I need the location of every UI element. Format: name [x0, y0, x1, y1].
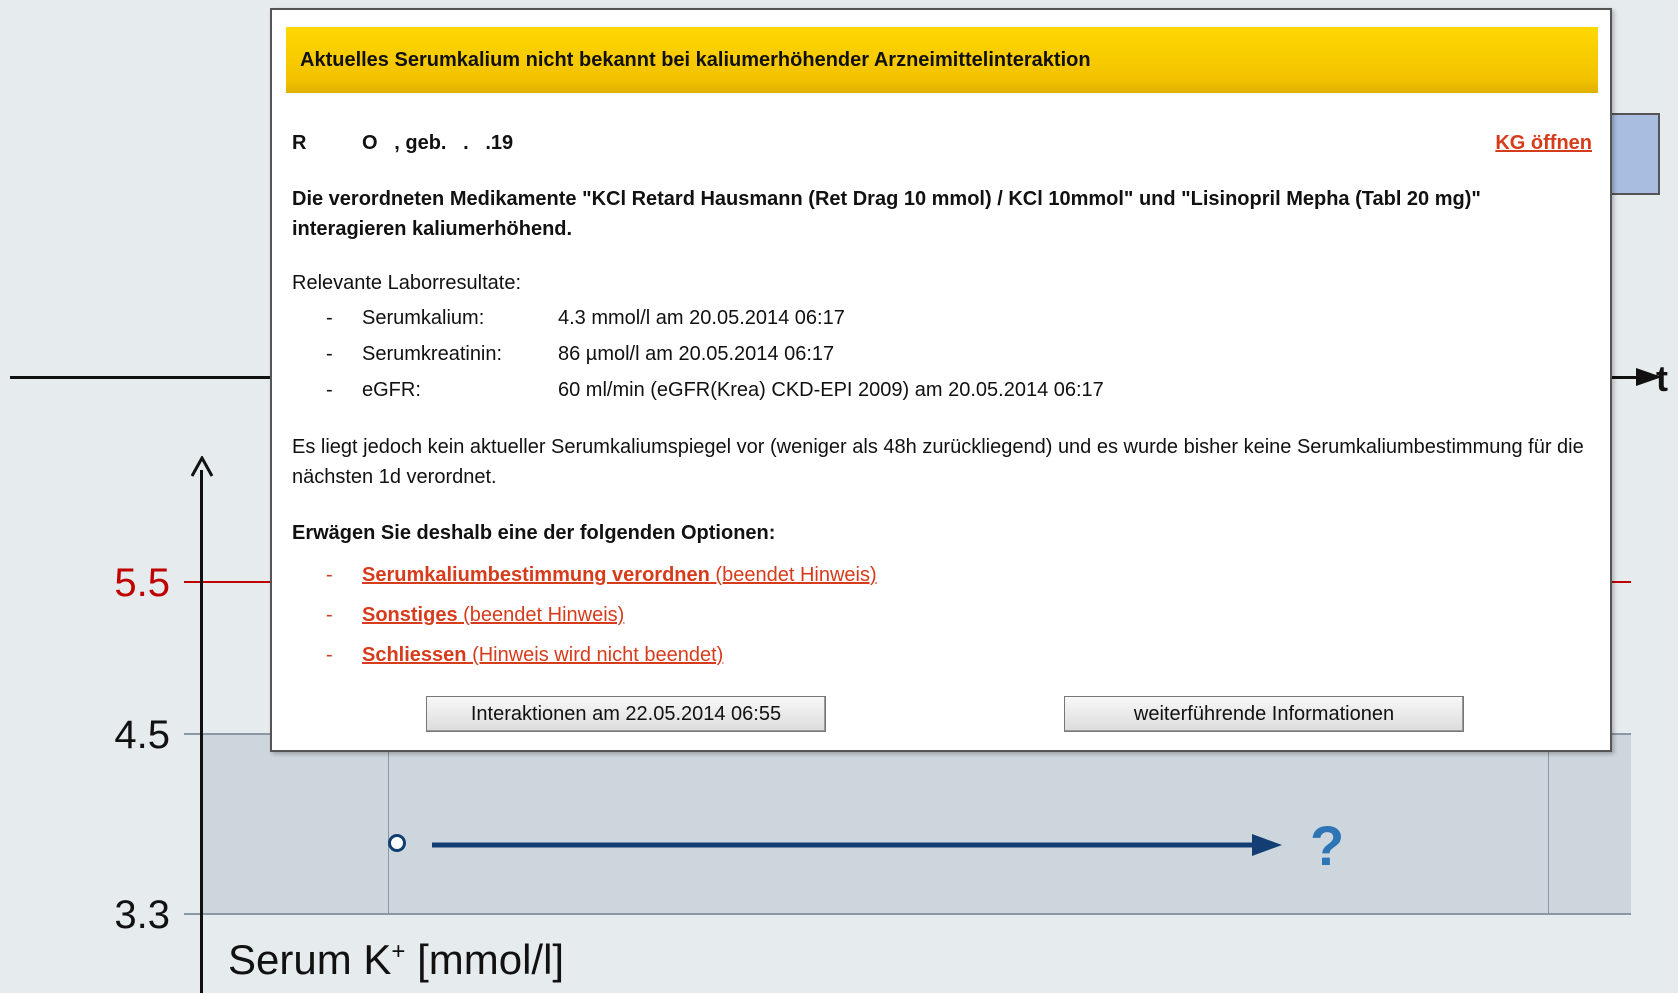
lab-result-egfr: - eGFR: 60 ml/min (eGFR(Krea) CKD-EPI 2009… — [326, 379, 1104, 401]
missing-potassium-text: Es liegt jedoch kein aktueller Serumkali… — [292, 436, 1584, 488]
patient-info: R O , geb. . .19 — [292, 132, 514, 154]
y-tick-3-3: 3.3 — [114, 893, 170, 937]
open-kg-link[interactable]: KG öffnen — [1495, 128, 1592, 158]
options-title: Erwägen Sie deshalb eine der folgenden O… — [292, 522, 776, 544]
y-axis-line — [200, 470, 203, 993]
vertical-gridline-right — [1548, 733, 1549, 913]
projection-arrow — [432, 834, 1282, 856]
lab-result-serumkalium: - Serumkalium: 4.3 mmol/l am 20.05.2014 06… — [326, 307, 845, 329]
medication-interaction-text: Die verordneten Medikamente "KCl Retard … — [292, 188, 1481, 240]
measurement-point — [388, 834, 406, 852]
time-axis-label: t — [1656, 358, 1668, 399]
y-tick-4-5: 4.5 — [114, 713, 170, 757]
normal-range-band — [200, 733, 1631, 913]
option-close[interactable]: - Schliessen (Hinweis wird nicht beendet) — [326, 640, 723, 670]
option-order-potassium[interactable]: - Serumkaliumbestimmung verordnen (beende… — [326, 560, 877, 590]
unknown-value-question-mark: ? — [1310, 814, 1345, 877]
gridline-3-3 — [184, 913, 1631, 915]
lab-results-title: Relevante Laborresultate: — [292, 272, 522, 294]
interaction-alert-dialog: Aktuelles Serumkalium nicht bekannt bei … — [270, 8, 1612, 752]
interactions-button[interactable]: Interaktionen am 22.05.2014 06:55 — [426, 696, 826, 732]
more-info-button[interactable]: weiterführende Informationen — [1064, 696, 1464, 732]
vertical-gridline-left — [388, 733, 389, 913]
y-axis-title: Serum K+ [mmol/l] — [228, 936, 565, 983]
option-other[interactable]: - Sonstiges (beendet Hinweis) — [326, 600, 624, 630]
dialog-header: Aktuelles Serumkalium nicht bekannt bei … — [286, 27, 1598, 93]
y-axis-arrowhead — [190, 456, 214, 477]
y-tick-5-5: 5.5 — [114, 561, 170, 605]
dialog-title: Aktuelles Serumkalium nicht bekannt bei … — [300, 49, 1091, 71]
lab-result-serumkreatinin: - Serumkreatinin: 86 µmol/l am 20.05.2014 … — [326, 343, 835, 365]
